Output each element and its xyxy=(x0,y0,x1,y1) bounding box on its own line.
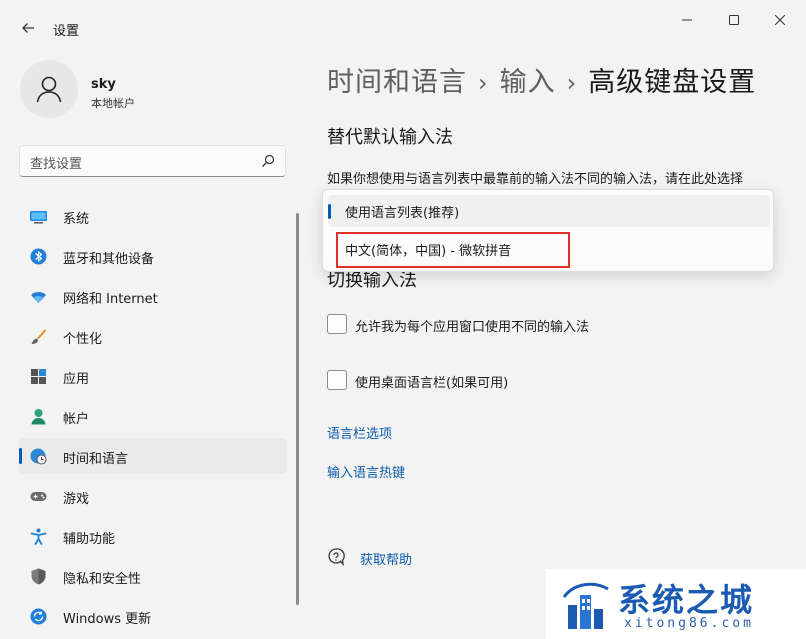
dropdown-option-language-list[interactable]: 使用语言列表(推荐) xyxy=(328,195,770,227)
update-icon xyxy=(30,608,47,625)
breadcrumb-separator: › xyxy=(566,69,578,97)
breadcrumb: 时间和语言 › 输入 › 高级键盘设置 xyxy=(327,60,756,99)
search-icon xyxy=(262,154,275,167)
brush-icon xyxy=(31,329,46,344)
close-icon xyxy=(775,15,785,25)
globe-clock-icon xyxy=(30,448,47,465)
search-input[interactable]: 查找设置 xyxy=(19,145,286,177)
per-app-input-checkbox[interactable] xyxy=(327,314,347,334)
watermark-subtitle: xitong86.com xyxy=(624,616,754,631)
gamepad-icon xyxy=(30,492,47,501)
minimize-icon xyxy=(682,19,692,21)
sidebar-nav: 系统 蓝牙和其他设备 网络和 Internet 个性化 应用 帐户 时间和语言 … xyxy=(19,198,287,638)
watermark-title: 系统之城 xyxy=(618,581,755,619)
language-bar-options-link[interactable]: 语言栏选项 xyxy=(327,423,392,442)
page-title: 高级键盘设置 xyxy=(588,67,757,98)
sidebar-item-label: 蓝牙和其他设备 xyxy=(63,252,155,267)
sidebar-item-label: 应用 xyxy=(63,372,90,387)
site-logo-icon xyxy=(562,582,609,629)
checkbox-label: 使用桌面语言栏(如果可用) xyxy=(355,376,509,391)
checkbox-label: 允许我为每个应用窗口使用不同的输入法 xyxy=(355,320,590,335)
breadcrumb-time-language[interactable]: 时间和语言 xyxy=(327,67,467,98)
arrow-left-icon xyxy=(22,23,34,33)
sidebar-item-network[interactable]: 网络和 Internet xyxy=(19,278,287,314)
apps-icon xyxy=(31,369,46,384)
person-icon xyxy=(31,409,46,425)
title-bar: 设置 xyxy=(0,0,806,56)
sidebar-item-label: Windows 更新 xyxy=(63,612,152,627)
sidebar-item-apps[interactable]: 应用 xyxy=(19,358,287,394)
sidebar-item-label: 系统 xyxy=(63,212,90,227)
sidebar-item-label: 个性化 xyxy=(63,332,103,347)
maximize-icon xyxy=(729,15,739,25)
language-bar-checkbox[interactable] xyxy=(327,370,347,390)
back-button[interactable] xyxy=(14,14,42,42)
sidebar-item-personalization[interactable]: 个性化 xyxy=(19,318,287,354)
override-section-title: 替代默认输入法 xyxy=(327,127,453,148)
breadcrumb-separator: › xyxy=(478,69,489,97)
sidebar-item-label: 时间和语言 xyxy=(63,452,129,467)
sidebar-item-accounts[interactable]: 帐户 xyxy=(19,398,287,434)
sidebar-item-gaming[interactable]: 游戏 xyxy=(19,478,287,514)
sidebar-item-label: 游戏 xyxy=(63,492,90,507)
search-placeholder: 查找设置 xyxy=(30,157,83,172)
sidebar-item-label: 帐户 xyxy=(63,412,90,427)
app-title: 设置 xyxy=(53,24,80,39)
sidebar-item-label: 网络和 Internet xyxy=(63,292,158,307)
minimize-button[interactable] xyxy=(664,6,710,34)
sidebar-item-label: 隐私和安全性 xyxy=(63,572,142,587)
avatar xyxy=(20,60,78,118)
dropdown-option-label: 使用语言列表(推荐) xyxy=(345,206,460,221)
sidebar-item-time-language[interactable]: 时间和语言 xyxy=(19,438,287,474)
sidebar-scrollbar[interactable] xyxy=(296,213,299,605)
sidebar-item-windows-update[interactable]: Windows 更新 xyxy=(19,598,287,634)
account-type: 本地帐户 xyxy=(91,97,135,110)
sidebar-item-bluetooth[interactable]: 蓝牙和其他设备 xyxy=(19,238,287,274)
monitor-icon xyxy=(30,211,47,224)
maximize-button[interactable] xyxy=(711,6,757,34)
user-name: sky xyxy=(91,77,116,92)
override-description: 如果你想使用与语言列表中最靠前的输入法不同的输入法，请在此处选择 xyxy=(327,172,744,187)
sidebar-item-label: 辅助功能 xyxy=(63,532,116,547)
highlight-annotation xyxy=(336,232,570,268)
person-icon xyxy=(36,76,62,103)
sidebar-item-privacy[interactable]: 隐私和安全性 xyxy=(19,558,287,594)
input-language-hotkeys-link[interactable]: 输入语言热键 xyxy=(327,462,405,481)
watermark: 系统之城 xitong86.com xyxy=(546,569,806,639)
help-icon xyxy=(328,548,345,566)
close-button[interactable] xyxy=(757,6,803,34)
sidebar-item-system[interactable]: 系统 xyxy=(19,198,287,234)
breadcrumb-input[interactable]: 输入 xyxy=(500,67,556,98)
shield-icon xyxy=(31,568,46,585)
sidebar-item-accessibility[interactable]: 辅助功能 xyxy=(19,518,287,554)
accessibility-icon xyxy=(30,528,47,545)
wifi-icon xyxy=(31,292,46,303)
bluetooth-icon xyxy=(30,248,47,265)
get-help-link[interactable]: 获取帮助 xyxy=(360,549,412,568)
